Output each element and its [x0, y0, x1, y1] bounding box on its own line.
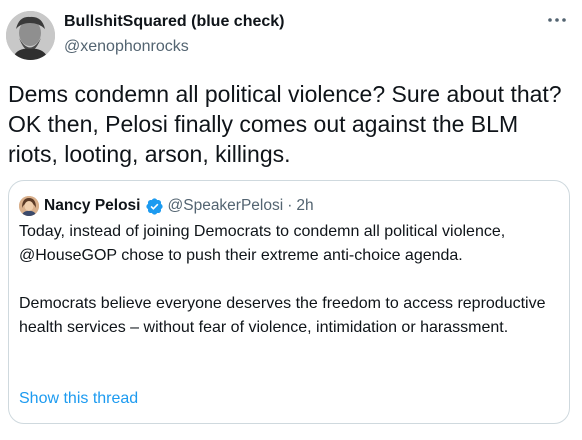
author-avatar[interactable] — [6, 11, 55, 60]
author-avatar-image — [6, 11, 55, 60]
quoted-tweet-timestamp[interactable]: 2h — [296, 197, 313, 215]
header-separator: · — [287, 197, 293, 214]
more-horizontal-icon — [548, 18, 566, 22]
quoted-tweet-header: Nancy Pelosi @SpeakerPelosi · 2h — [19, 195, 314, 217]
quoted-tweet-text: Today, instead of joining Democrats to c… — [19, 220, 559, 340]
quoted-author-handle[interactable]: @SpeakerPelosi — [168, 197, 284, 215]
quoted-author-avatar-image — [19, 196, 39, 216]
show-thread-link[interactable]: Show this thread — [19, 390, 138, 408]
author-display-name[interactable]: BullshitSquared (blue check) — [64, 13, 284, 31]
quoted-author-name[interactable]: Nancy Pelosi — [44, 197, 141, 215]
quoted-tweet-paragraph: Democrats believe everyone deserves the … — [19, 295, 546, 336]
author-handle[interactable]: @xenophonrocks — [64, 38, 189, 56]
quoted-tweet[interactable]: Nancy Pelosi @SpeakerPelosi · 2h Today, … — [8, 180, 570, 424]
quoted-author-avatar[interactable] — [19, 196, 39, 216]
tweet-text: Dems condemn all political violence? Sur… — [8, 81, 562, 167]
more-options-button[interactable] — [545, 10, 569, 30]
verified-badge-icon — [145, 197, 163, 215]
tweet: BullshitSquared (blue check) @xenophonro… — [0, 0, 582, 440]
quoted-tweet-paragraph: Today, instead of joining Democrats to c… — [19, 223, 506, 264]
